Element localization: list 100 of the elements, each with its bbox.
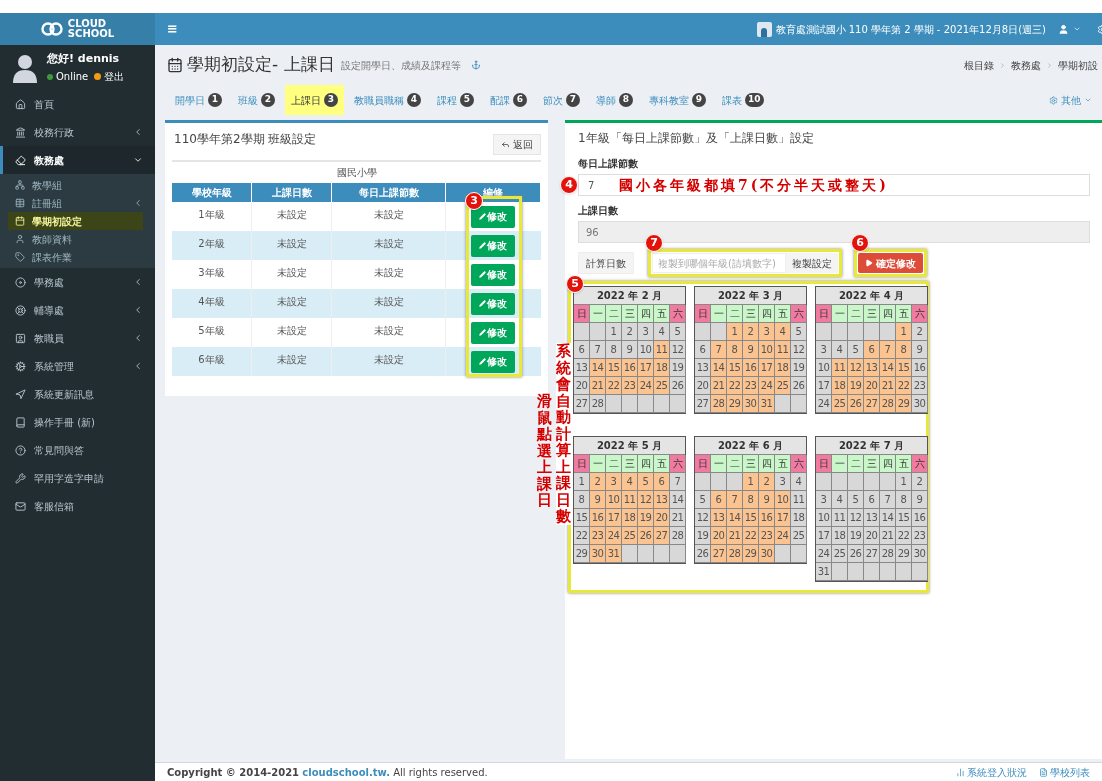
day-cell[interactable]: 3 xyxy=(775,473,791,491)
logout-link[interactable]: 登出 xyxy=(104,69,125,85)
sidebar-item[interactable]: 操作手冊 (新) xyxy=(0,408,155,436)
day-cell[interactable]: 10 xyxy=(759,341,775,359)
breadcrumb-link[interactable]: 學期初設 xyxy=(1058,57,1098,73)
sidebar-item[interactable]: 罕用字造字申請 xyxy=(0,464,155,492)
day-cell[interactable]: 21 xyxy=(880,527,896,545)
user-icon[interactable] xyxy=(1058,23,1069,35)
day-cell[interactable]: 29 xyxy=(727,395,743,413)
day-cell[interactable]: 15 xyxy=(896,509,912,527)
day-cell[interactable]: 2 xyxy=(622,323,638,341)
day-cell[interactable]: 8 xyxy=(896,491,912,509)
day-cell[interactable]: 16 xyxy=(622,359,638,377)
day-cell[interactable]: 9 xyxy=(759,491,775,509)
edit-button[interactable]: 修改 xyxy=(471,350,515,373)
day-cell[interactable]: 26 xyxy=(848,545,864,563)
day-cell[interactable]: 5 xyxy=(638,473,654,491)
day-cell[interactable]: 1 xyxy=(896,473,912,491)
submenu-item[interactable]: 教師資料 xyxy=(8,230,143,248)
day-cell[interactable]: 7 xyxy=(711,341,727,359)
anchor-icon[interactable] xyxy=(470,60,481,70)
edit-button[interactable]: 修改 xyxy=(471,234,515,257)
day-cell[interactable]: 18 xyxy=(654,359,670,377)
day-cell[interactable]: 17 xyxy=(775,509,791,527)
footer-link[interactable]: 學校列表 xyxy=(1039,764,1090,780)
day-cell[interactable]: 23 xyxy=(590,527,606,545)
day-cell[interactable]: 13 xyxy=(574,359,590,377)
day-cell[interactable]: 1 xyxy=(743,473,759,491)
day-cell[interactable]: 12 xyxy=(848,509,864,527)
sidebar-item[interactable]: 校務行政 xyxy=(0,118,155,146)
day-cell[interactable]: 13 xyxy=(864,509,880,527)
day-cell[interactable]: 10 xyxy=(638,341,654,359)
day-cell[interactable]: 31 xyxy=(816,563,832,581)
day-cell[interactable]: 6 xyxy=(695,341,711,359)
day-cell[interactable]: 17 xyxy=(759,359,775,377)
day-cell[interactable]: 2 xyxy=(590,473,606,491)
copy-button[interactable]: 複製設定 xyxy=(786,253,838,273)
day-cell[interactable]: 23 xyxy=(912,527,928,545)
day-cell[interactable]: 12 xyxy=(670,341,686,359)
tab[interactable]: 配課 6 xyxy=(484,85,533,115)
day-cell[interactable]: 12 xyxy=(695,509,711,527)
day-cell[interactable]: 31 xyxy=(606,545,622,563)
day-cell[interactable]: 21 xyxy=(880,377,896,395)
day-cell[interactable]: 27 xyxy=(695,395,711,413)
day-cell[interactable]: 28 xyxy=(711,395,727,413)
day-cell[interactable]: 13 xyxy=(695,359,711,377)
day-cell[interactable]: 5 xyxy=(848,491,864,509)
day-cell[interactable]: 1 xyxy=(606,323,622,341)
day-cell[interactable]: 27 xyxy=(711,545,727,563)
submenu-item[interactable]: 註冊組 xyxy=(8,194,143,212)
day-cell[interactable]: 7 xyxy=(880,491,896,509)
periods-input[interactable]: 7 xyxy=(588,177,608,193)
day-cell[interactable]: 9 xyxy=(743,341,759,359)
day-cell[interactable]: 30 xyxy=(743,395,759,413)
day-cell[interactable]: 6 xyxy=(864,341,880,359)
day-cell[interactable]: 27 xyxy=(574,395,590,413)
day-cell[interactable]: 23 xyxy=(912,377,928,395)
day-cell[interactable]: 20 xyxy=(711,527,727,545)
day-cell[interactable]: 19 xyxy=(848,377,864,395)
day-cell[interactable]: 29 xyxy=(896,395,912,413)
other-menu[interactable]: 其他 xyxy=(1049,85,1092,115)
day-cell[interactable]: 22 xyxy=(743,527,759,545)
day-cell[interactable]: 26 xyxy=(638,527,654,545)
day-cell[interactable]: 28 xyxy=(670,527,686,545)
day-cell[interactable]: 2 xyxy=(912,473,928,491)
day-cell[interactable]: 3 xyxy=(816,491,832,509)
day-cell[interactable]: 11 xyxy=(791,491,807,509)
day-cell[interactable]: 3 xyxy=(606,473,622,491)
day-cell[interactable]: 15 xyxy=(896,359,912,377)
day-cell[interactable]: 6 xyxy=(864,491,880,509)
day-cell[interactable]: 23 xyxy=(743,377,759,395)
day-cell[interactable]: 24 xyxy=(816,545,832,563)
day-cell[interactable]: 11 xyxy=(832,509,848,527)
sidebar-item[interactable]: 客服信箱 xyxy=(0,492,155,520)
breadcrumb-link[interactable]: 教務處 xyxy=(1011,57,1041,73)
sidebar-item[interactable]: 輔導處 xyxy=(0,296,155,324)
day-cell[interactable]: 9 xyxy=(912,491,928,509)
day-cell[interactable]: 8 xyxy=(743,491,759,509)
day-cell[interactable]: 20 xyxy=(654,509,670,527)
day-cell[interactable]: 23 xyxy=(622,377,638,395)
day-cell[interactable]: 1 xyxy=(896,323,912,341)
day-cell[interactable]: 8 xyxy=(606,341,622,359)
day-cell[interactable]: 4 xyxy=(791,473,807,491)
day-cell[interactable]: 4 xyxy=(622,473,638,491)
day-cell[interactable]: 21 xyxy=(590,377,606,395)
day-cell[interactable]: 18 xyxy=(832,527,848,545)
day-cell[interactable]: 6 xyxy=(711,491,727,509)
tab[interactable]: 導師 8 xyxy=(590,85,639,115)
day-cell[interactable]: 28 xyxy=(880,395,896,413)
tab[interactable]: 節次 7 xyxy=(537,85,586,115)
day-cell[interactable]: 14 xyxy=(880,359,896,377)
day-cell[interactable]: 9 xyxy=(590,491,606,509)
day-cell[interactable]: 1 xyxy=(574,473,590,491)
day-cell[interactable]: 26 xyxy=(695,545,711,563)
day-cell[interactable]: 31 xyxy=(759,395,775,413)
day-cell[interactable]: 19 xyxy=(848,527,864,545)
day-cell[interactable]: 25 xyxy=(791,527,807,545)
day-cell[interactable]: 10 xyxy=(606,491,622,509)
day-cell[interactable]: 4 xyxy=(832,341,848,359)
day-cell[interactable]: 28 xyxy=(590,395,606,413)
